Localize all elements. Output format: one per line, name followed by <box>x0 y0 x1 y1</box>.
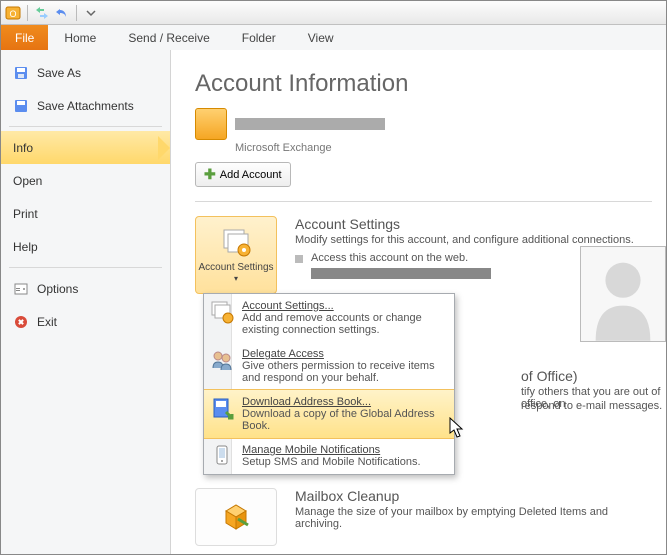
dropdown-account-settings[interactable]: Account Settings...Add and remove accoun… <box>204 294 454 342</box>
cleanup-icon <box>220 501 252 533</box>
undo-icon[interactable] <box>54 5 70 21</box>
plus-icon: ✚ <box>204 166 216 183</box>
account-settings-button[interactable]: Account Settings ▾ <box>195 216 277 294</box>
add-account-label: Add Account <box>220 169 282 181</box>
exit-icon <box>13 314 29 330</box>
account-type-label: Microsoft Exchange <box>235 142 652 154</box>
sidebar-print[interactable]: Print <box>1 197 170 230</box>
sidebar-label: Info <box>13 141 33 155</box>
qat-customize-icon[interactable] <box>83 5 99 21</box>
sidebar-info[interactable]: Info <box>1 131 170 164</box>
cleanup-button[interactable] <box>195 488 277 546</box>
mobile-icon <box>210 444 234 468</box>
sidebar-options[interactable]: Options <box>1 272 170 305</box>
quick-access-toolbar: O <box>1 1 666 25</box>
address-book-icon <box>210 396 234 420</box>
account-name-redacted <box>235 118 385 130</box>
settings-stack-icon <box>210 300 234 324</box>
tab-view[interactable]: View <box>292 25 350 50</box>
app-icon: O <box>5 5 21 21</box>
dropdown-delegate-access[interactable]: Delegate AccessGive others permission to… <box>204 342 454 390</box>
sidebar-label: Exit <box>37 315 57 329</box>
sidebar-label: Help <box>13 240 38 254</box>
section-autoreply-title-partial: of Office) <box>521 368 578 384</box>
section-autoreply-desc-partial2: respond to e-mail messages. <box>521 400 662 412</box>
settings-stack-icon <box>220 226 252 258</box>
svg-text:O: O <box>9 9 16 19</box>
account-row[interactable] <box>195 108 652 140</box>
attachment-icon <box>13 98 29 114</box>
options-icon <box>13 281 29 297</box>
section-title: Mailbox Cleanup <box>295 488 652 504</box>
send-receive-icon[interactable] <box>34 5 50 21</box>
sidebar-help[interactable]: Help <box>1 230 170 263</box>
sidebar-save-as[interactable]: Save As <box>1 56 170 89</box>
backstage-sidebar: Save As Save Attachments Info Open Print… <box>1 50 171 554</box>
button-label: Account Settings ▾ <box>198 262 274 284</box>
sidebar-label: Print <box>13 207 38 221</box>
sidebar-label: Options <box>37 282 78 296</box>
page-title: Account Information <box>195 70 652 98</box>
tab-folder[interactable]: Folder <box>226 25 292 50</box>
account-type-icon <box>195 108 227 140</box>
section-desc: Modify settings for this account, and co… <box>295 234 652 246</box>
add-account-button[interactable]: ✚ Add Account <box>195 162 291 187</box>
section-title: Account Settings <box>295 216 652 232</box>
section-desc: Manage the size of your mailbox by empty… <box>295 506 652 530</box>
sidebar-label: Save As <box>37 66 81 80</box>
dropdown-download-address-book[interactable]: Download Address Book...Download a copy … <box>204 389 454 439</box>
tab-send-receive[interactable]: Send / Receive <box>112 25 225 50</box>
tab-home[interactable]: Home <box>48 25 112 50</box>
ribbon-tabs: File Home Send / Receive Folder View <box>1 25 666 50</box>
account-settings-dropdown: Account Settings...Add and remove accoun… <box>203 293 455 475</box>
sidebar-save-attachments[interactable]: Save Attachments <box>1 89 170 122</box>
sidebar-label: Open <box>13 174 42 188</box>
file-tab[interactable]: File <box>1 25 48 50</box>
dropdown-manage-mobile[interactable]: Manage Mobile NotificationsSetup SMS and… <box>204 438 454 474</box>
sidebar-exit[interactable]: Exit <box>1 305 170 338</box>
save-icon <box>13 65 29 81</box>
sidebar-open[interactable]: Open <box>1 164 170 197</box>
delegate-icon <box>210 348 234 372</box>
contact-photo <box>580 246 666 342</box>
section-mailbox-cleanup: Mailbox Cleanup Manage the size of your … <box>195 488 652 546</box>
sidebar-label: Save Attachments <box>37 99 134 113</box>
